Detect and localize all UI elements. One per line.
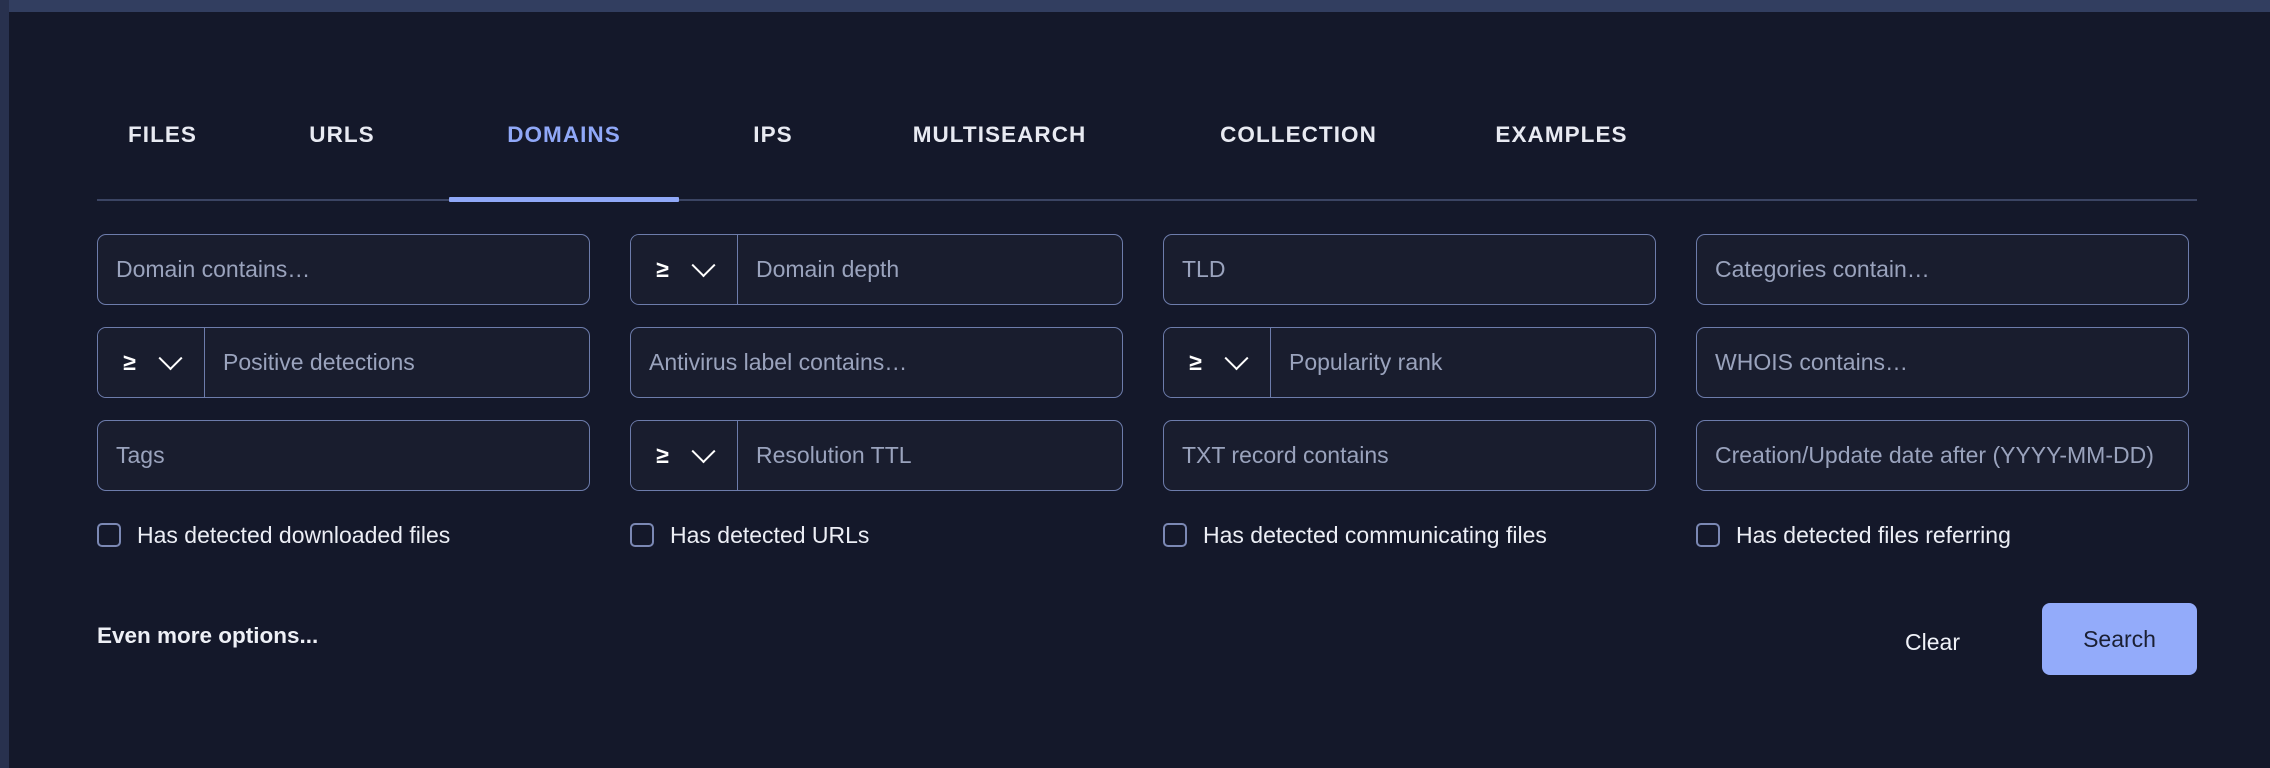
tab-active-underline [1183,197,1414,202]
input-txt-record-contains[interactable] [1164,421,1655,490]
checkbox-label: Has detected URLs [670,521,870,548]
checkbox-box[interactable] [630,523,654,547]
chevron-down-icon [691,253,716,278]
filter-cell-creation-update-date-after [1696,420,2189,491]
tab-examples[interactable]: EXAMPLES [1466,122,1657,202]
input-resolution-ttl[interactable] [738,421,1122,490]
checkbox-has-detected-urls[interactable]: Has detected URLs [630,523,1123,547]
operator-value: ≥ [1189,349,1202,375]
checkbox-has-detected-files-referring[interactable]: Has detected files referring [1696,523,2189,547]
field-domain-contains [97,234,590,305]
operator-select-popularity-rank[interactable]: ≥ [1164,328,1271,397]
window-left-chrome [0,0,9,768]
tabs-divider [97,199,2197,201]
filter-cell-resolution-ttl: ≥ [630,420,1123,491]
operator-value: ≥ [656,442,669,468]
search-type-tabs: FILES URLS DOMAINS IPS MULTISEARCH COLLECTION… [97,94,2197,202]
input-domain-depth[interactable] [738,235,1122,304]
tab-active-underline [281,197,403,202]
checkbox-box[interactable] [1163,523,1187,547]
tab-label: URLS [309,122,375,147]
filter-cell-popularity-rank: ≥ [1163,327,1656,398]
chevron-down-icon [691,439,716,464]
field-txt-record-contains [1163,420,1656,491]
advanced-search-panel: FILES URLS DOMAINS IPS MULTISEARCH COLLECTION… [9,12,2270,768]
checkbox-box[interactable] [97,523,121,547]
tab-ips[interactable]: IPS [728,122,818,202]
tab-label: MULTISEARCH [912,122,1087,147]
field-creation-update-date-after [1696,420,2189,491]
tab-collection[interactable]: COLLECTION [1183,122,1414,202]
filter-cell-categories-contains [1696,234,2189,305]
input-categories-contains[interactable] [1697,235,2188,304]
filter-cell-whois-contains [1696,327,2189,398]
operator-value: ≥ [123,349,136,375]
checkbox-label: Has detected files referring [1736,521,2011,548]
tab-label: DOMAINS [507,122,621,147]
chevron-down-icon [1224,346,1249,371]
filter-row: ≥ [97,420,2197,491]
window-top-chrome [0,0,2270,12]
checkbox-box[interactable] [1696,523,1720,547]
filter-cell-txt-record-contains [1163,420,1656,491]
checkbox-label: Has detected communicating files [1203,521,1547,548]
tab-files[interactable]: FILES [97,122,228,202]
filter-row: ≥ [97,234,2197,305]
tab-active-underline [1466,197,1657,202]
filter-row: ≥≥ [97,327,2197,398]
filter-cell-domain-contains [97,234,590,305]
input-tld[interactable] [1164,235,1655,304]
chevron-down-icon [158,346,183,371]
filter-cell-antivirus-label-contains [630,327,1123,398]
tab-multisearch[interactable]: MULTISEARCH [867,122,1132,202]
input-whois-contains[interactable] [1697,328,2188,397]
tab-label: EXAMPLES [1495,122,1628,147]
input-creation-update-date-after[interactable] [1697,421,2188,490]
checkbox-has-detected-downloaded-files[interactable]: Has detected downloaded files [97,523,590,547]
form-actions: Even more options... Clear Search [97,603,2197,675]
search-button[interactable]: Search [2042,603,2197,675]
tab-active-underline [449,197,679,202]
filter-cell-positive-detections: ≥ [97,327,590,398]
input-domain-contains[interactable] [98,235,589,304]
checkbox-label: Has detected downloaded files [137,521,451,548]
input-antivirus-label-contains[interactable] [631,328,1122,397]
field-tags [97,420,590,491]
field-positive-detections: ≥ [97,327,590,398]
tab-active-underline [97,197,228,202]
operator-select-positive-detections[interactable]: ≥ [98,328,205,397]
field-resolution-ttl: ≥ [630,420,1123,491]
field-popularity-rank: ≥ [1163,327,1656,398]
input-popularity-rank[interactable] [1271,328,1655,397]
field-categories-contains [1696,234,2189,305]
tab-active-underline [728,197,818,202]
filter-cell-tld [1163,234,1656,305]
screen: FILES URLS DOMAINS IPS MULTISEARCH COLLECTION… [0,0,2270,768]
clear-button[interactable]: Clear [1891,619,1974,666]
operator-select-domain-depth[interactable]: ≥ [631,235,738,304]
tab-domains[interactable]: DOMAINS [449,122,679,202]
operator-value: ≥ [656,256,669,282]
tab-urls[interactable]: URLS [281,122,403,202]
field-domain-depth: ≥ [630,234,1123,305]
even-more-options-link[interactable]: Even more options... [97,623,318,649]
tab-label: COLLECTION [1220,122,1377,147]
field-antivirus-label-contains [630,327,1123,398]
input-positive-detections[interactable] [205,328,589,397]
filter-cell-tags [97,420,590,491]
input-tags[interactable] [98,421,589,490]
operator-select-resolution-ttl[interactable]: ≥ [631,421,738,490]
tab-label: IPS [753,122,793,147]
tab-label: FILES [127,122,197,147]
detection-checkbox-row: Has detected downloaded files Has detecte… [97,515,2197,555]
field-tld [1163,234,1656,305]
checkbox-has-detected-communicating-files[interactable]: Has detected communicating files [1163,523,1656,547]
filter-cell-domain-depth: ≥ [630,234,1123,305]
field-whois-contains [1696,327,2189,398]
tab-active-underline [867,197,1132,202]
search-filters-grid: ≥≥≥≥ [97,234,2197,491]
